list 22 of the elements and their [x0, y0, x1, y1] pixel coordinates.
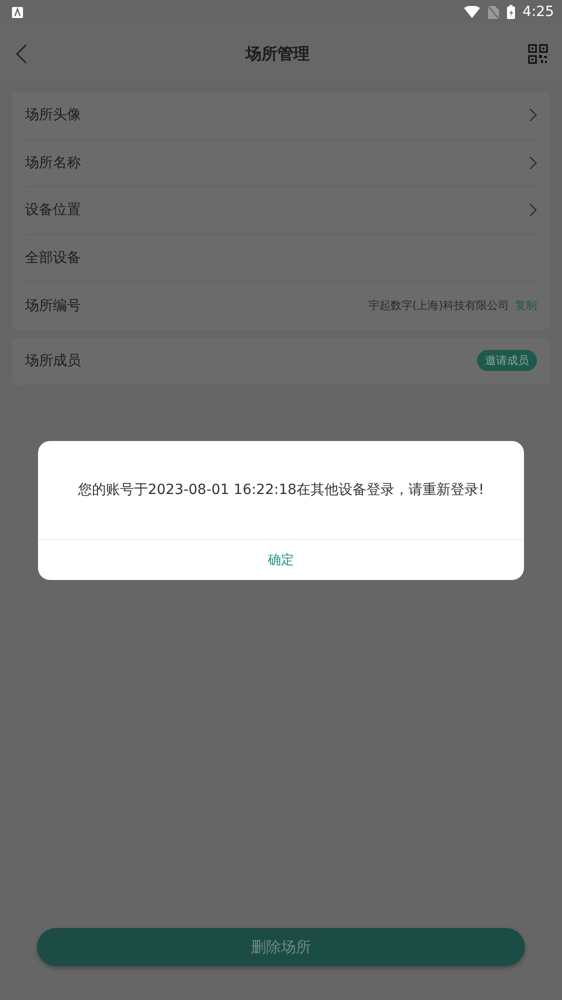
wifi-icon [464, 6, 480, 18]
app-notification-icon [12, 6, 23, 18]
page-title: 场所管理 [246, 44, 310, 64]
status-time: 4:25 [522, 4, 554, 20]
chevron-right-icon [529, 203, 537, 218]
members-label: 场所成员 [25, 352, 81, 370]
chevron-right-icon [529, 156, 537, 170]
setting-label: 场所编号 [25, 296, 81, 315]
back-icon[interactable] [16, 44, 27, 64]
dialog-message: 您的账号于2023-08-01 16:22:18在其他设备登录，请重新登录! [38, 441, 524, 540]
setting-label[interactable]: 场所头像 [25, 106, 81, 124]
no-sim-icon [488, 6, 499, 18]
confirm-button[interactable]: 确定 [38, 540, 524, 580]
delete-venue-button[interactable]: 删除场所 [37, 928, 525, 966]
qr-code-icon[interactable] [528, 44, 548, 64]
setting-value: 宇起数字(上海)科技有限公司 [368, 298, 509, 314]
battery-charging-icon [506, 5, 515, 19]
chevron-right-icon [529, 108, 537, 122]
invite-members-button[interactable]: 邀请成员 [477, 350, 537, 372]
setting-label[interactable]: 设备位置 [25, 201, 81, 220]
setting-label: 全部设备 [25, 248, 81, 267]
setting-label[interactable]: 场所名称 [25, 154, 81, 172]
